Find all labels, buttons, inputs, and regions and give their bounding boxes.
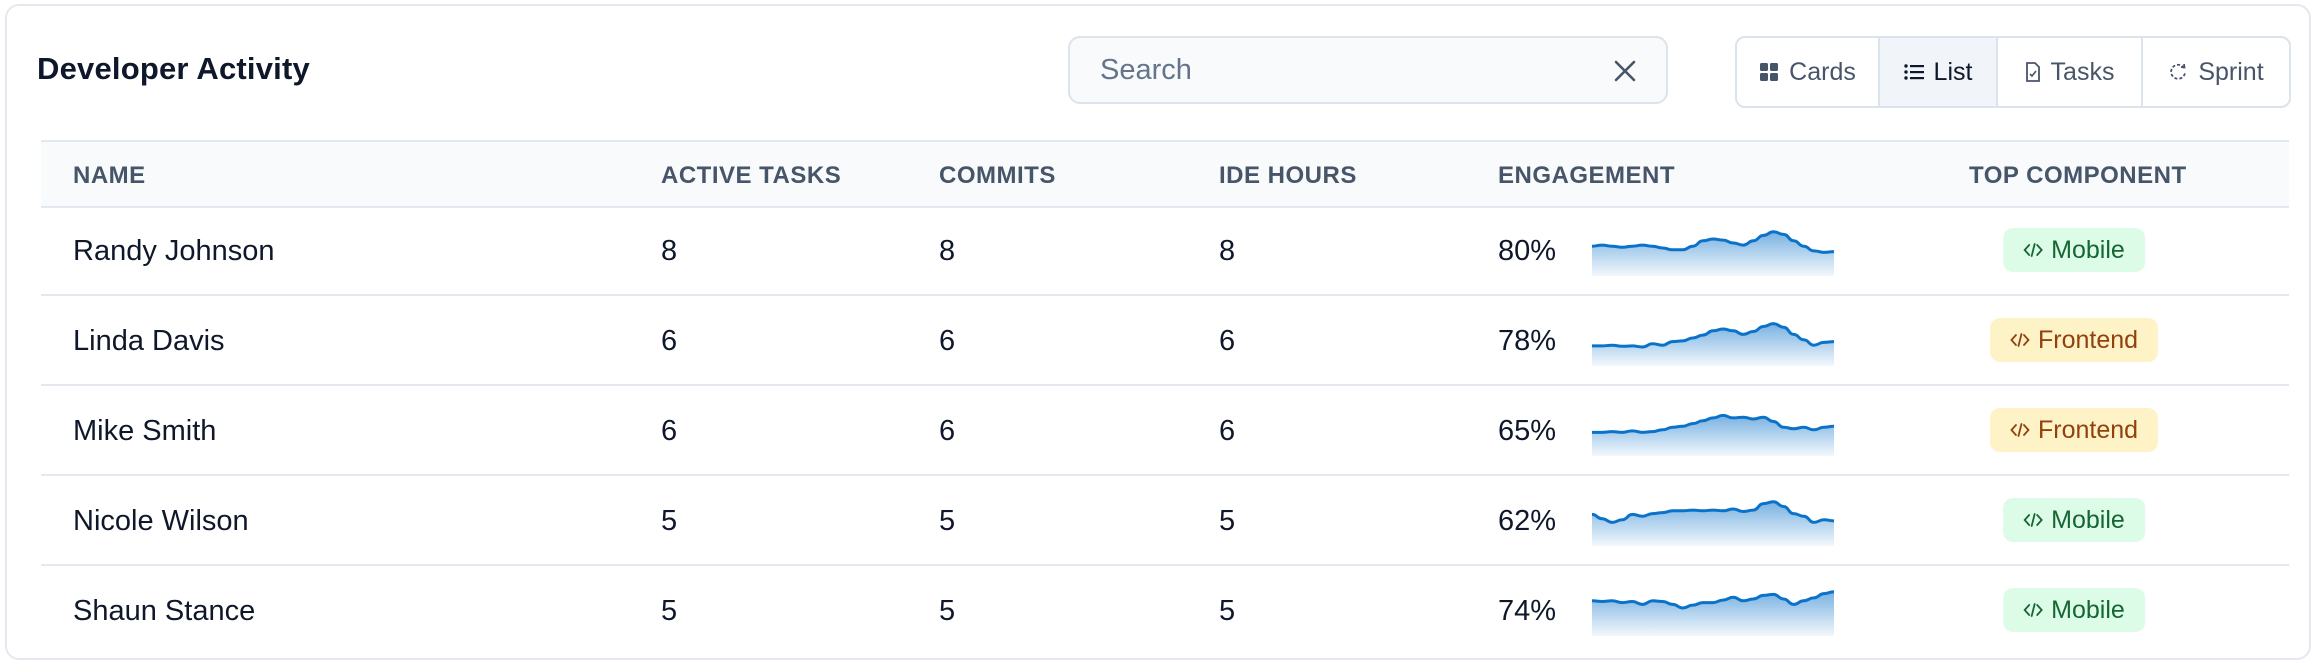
component-label: Mobile xyxy=(2051,235,2125,264)
component-badge: Frontend xyxy=(1989,408,2159,452)
col-active-tasks[interactable]: ACTIVE TASKS xyxy=(661,162,841,190)
active-tasks-value: 8 xyxy=(661,235,678,267)
engagement-value: 74% xyxy=(1498,595,1557,627)
commits-value: 6 xyxy=(939,325,956,357)
view-switcher: Cards List Tasks Sprint xyxy=(1735,36,2291,108)
table-row[interactable]: Linda Davis 6 6 6 78% Frontend xyxy=(41,296,2289,386)
ide-hours-value: 8 xyxy=(1219,235,1236,267)
commits-value: 8 xyxy=(939,235,956,267)
view-sprint-label: Sprint xyxy=(2198,57,2264,86)
component-badge: Mobile xyxy=(2003,588,2145,632)
ide-hours-value: 5 xyxy=(1219,595,1236,627)
search-input[interactable] xyxy=(1100,50,1600,90)
component-badge: Mobile xyxy=(2003,498,2145,542)
developer-name: Mike Smith xyxy=(73,415,217,447)
sparkline-area xyxy=(1592,415,1834,456)
col-name[interactable]: NAME xyxy=(73,162,146,190)
list-icon xyxy=(1903,63,1924,81)
view-sprint-button[interactable]: Sprint xyxy=(2143,38,2289,106)
code-icon xyxy=(2010,326,2030,355)
commits-value: 5 xyxy=(939,595,956,627)
component-badge: Frontend xyxy=(1989,318,2159,362)
engagement-sparkline xyxy=(1592,230,1834,276)
table-header: NAME ACTIVE TASKS COMMITS IDE HOURS ENGA… xyxy=(41,140,2289,208)
engagement-sparkline xyxy=(1592,322,1834,366)
col-engagement[interactable]: ENGAGEMENT xyxy=(1498,162,1675,190)
engagement-sparkline xyxy=(1592,500,1834,546)
code-icon xyxy=(2023,236,2043,265)
active-tasks-value: 6 xyxy=(661,325,678,357)
component-badge: Mobile xyxy=(2003,228,2145,272)
engagement-value: 65% xyxy=(1498,415,1557,447)
sparkline-area xyxy=(1592,591,1834,636)
close-icon[interactable] xyxy=(1612,58,1638,84)
view-list-label: List xyxy=(1933,57,1973,86)
view-list-button[interactable]: List xyxy=(1880,38,1998,106)
view-tasks-label: Tasks xyxy=(2050,57,2115,86)
col-ide-hours[interactable]: IDE HOURS xyxy=(1219,162,1357,190)
developer-name: Linda Davis xyxy=(73,325,225,357)
component-label: Frontend xyxy=(2037,325,2139,354)
ide-hours-value: 6 xyxy=(1219,325,1236,357)
engagement-sparkline xyxy=(1592,413,1834,456)
document-icon xyxy=(2025,62,2041,82)
commits-value: 6 xyxy=(939,415,956,447)
component-label: Mobile xyxy=(2051,505,2125,534)
sparkline-area xyxy=(1592,501,1834,546)
col-top-component[interactable]: TOP COMPONENT xyxy=(1969,162,2187,190)
view-cards-button[interactable]: Cards xyxy=(1737,38,1880,106)
table-row[interactable]: Shaun Stance 5 5 5 74% Mobile xyxy=(41,566,2289,656)
search-box[interactable] xyxy=(1068,36,1668,104)
view-cards-label: Cards xyxy=(1789,57,1856,86)
table-row[interactable]: Nicole Wilson 5 5 5 62% Mobile xyxy=(41,476,2289,566)
engagement-value: 80% xyxy=(1498,235,1557,267)
cycle-icon xyxy=(2168,62,2188,82)
component-label: Mobile xyxy=(2051,595,2125,624)
page-title: Developer Activity xyxy=(37,51,310,86)
commits-value: 5 xyxy=(939,505,956,537)
code-icon xyxy=(2023,506,2043,535)
active-tasks-value: 5 xyxy=(661,595,678,627)
developer-name: Nicole Wilson xyxy=(73,505,249,537)
ide-hours-value: 5 xyxy=(1219,505,1236,537)
developer-name: Shaun Stance xyxy=(73,595,256,627)
engagement-value: 62% xyxy=(1498,505,1557,537)
developer-name: Randy Johnson xyxy=(73,235,275,267)
code-icon xyxy=(2010,416,2030,445)
table-row[interactable]: Mike Smith 6 6 6 65% Frontend xyxy=(41,386,2289,476)
ide-hours-value: 6 xyxy=(1219,415,1236,447)
active-tasks-value: 6 xyxy=(661,415,678,447)
engagement-sparkline xyxy=(1592,590,1834,636)
col-commits[interactable]: COMMITS xyxy=(939,162,1056,190)
engagement-value: 78% xyxy=(1498,325,1557,357)
active-tasks-value: 5 xyxy=(661,505,678,537)
view-tasks-button[interactable]: Tasks xyxy=(1998,38,2143,106)
table-row[interactable]: Randy Johnson 8 8 8 80% Mobile xyxy=(41,206,2289,296)
grid-icon xyxy=(1759,62,1779,82)
component-label: Frontend xyxy=(2037,415,2139,444)
code-icon xyxy=(2023,596,2043,625)
developer-activity-card: Developer Activity Cards List Tasks xyxy=(5,4,2311,660)
